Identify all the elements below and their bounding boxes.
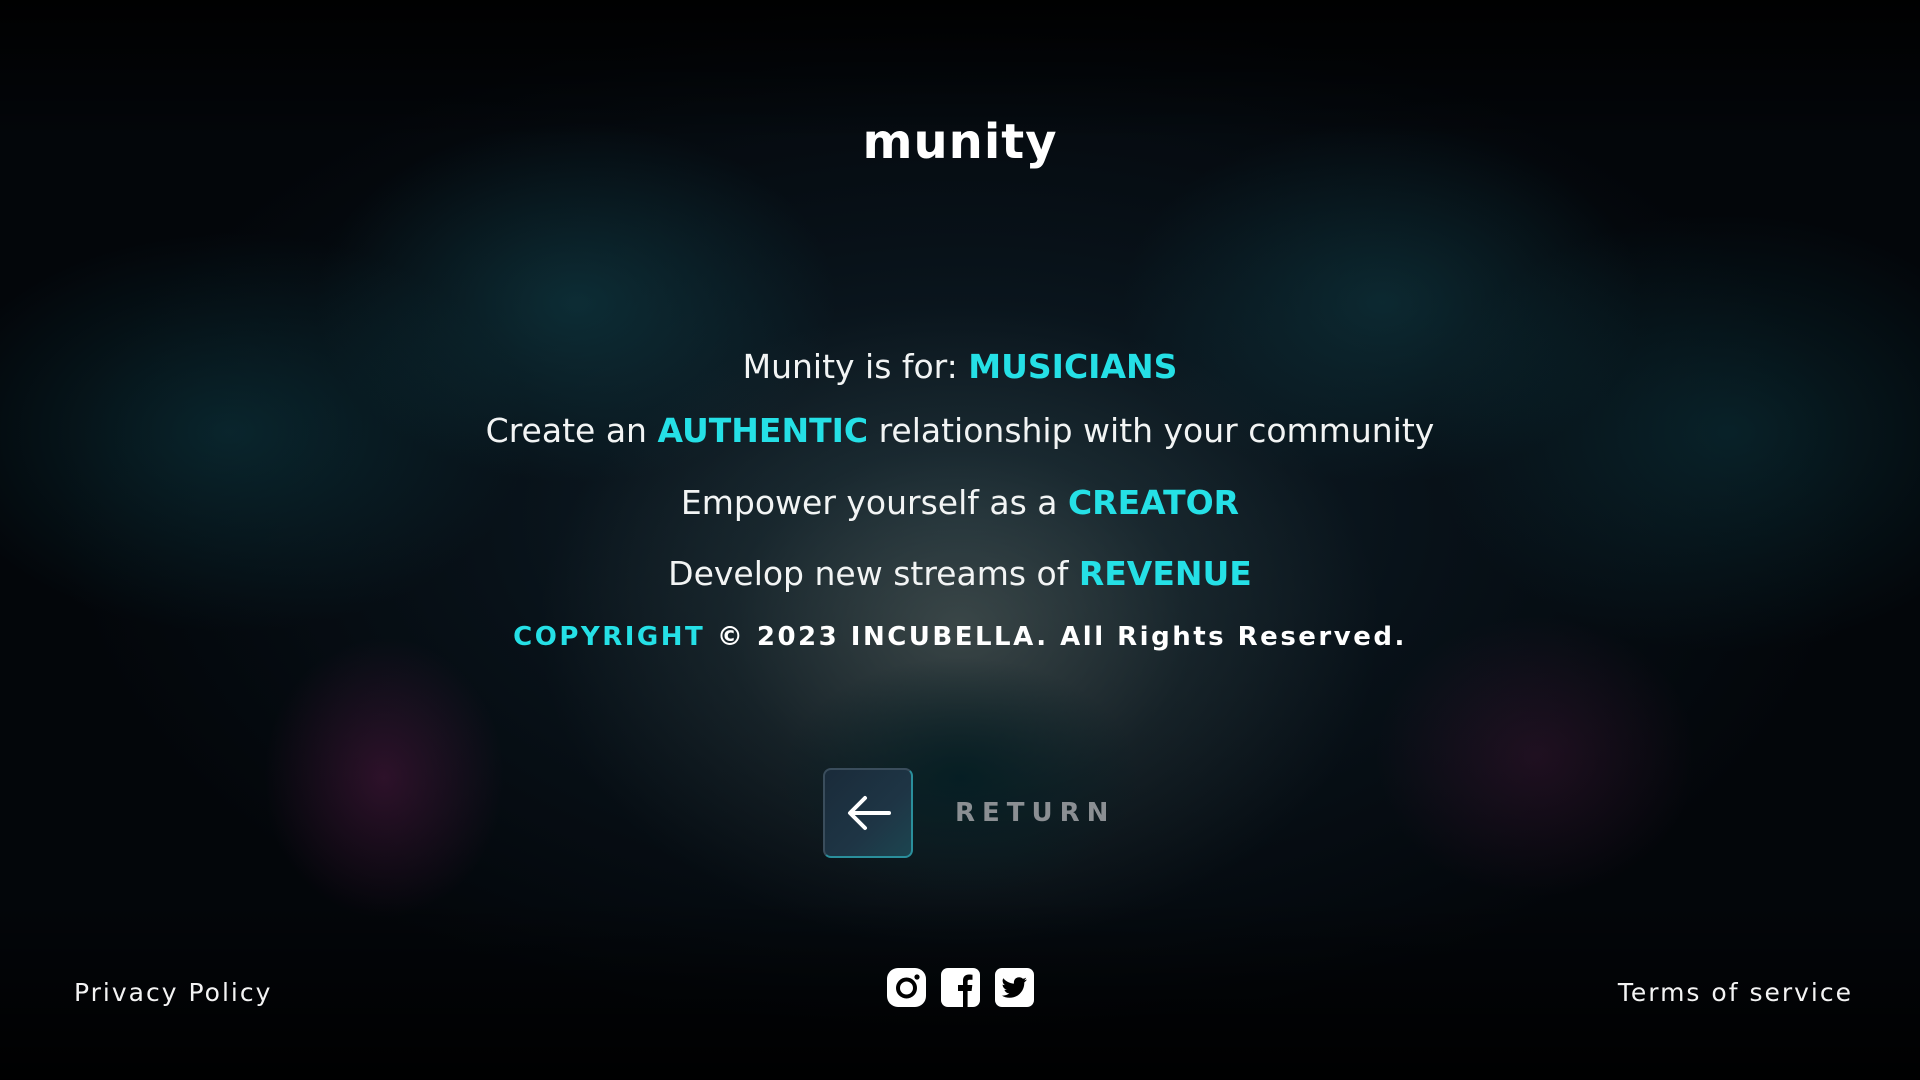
copyright-text: © 2023 INCUBELLA. All Rights Reserved. — [705, 622, 1407, 652]
tagline-text: Develop new streams of — [668, 554, 1079, 593]
tagline-text: Munity is for: — [742, 347, 969, 386]
munity-logo: munity — [862, 114, 1058, 170]
facebook-icon[interactable] — [940, 967, 981, 1008]
tagline-audience: Munity is for: MUSICIANS — [0, 347, 1920, 387]
arrow-left-icon — [848, 796, 891, 830]
tagline-creator: Empower yourself as a CREATOR — [0, 483, 1920, 523]
page: munity Munity is for: MUSICIANS Create a… — [0, 0, 1920, 1080]
copyright-label: COPYRIGHT — [513, 622, 706, 652]
copyright-notice: COPYRIGHT © 2023 INCUBELLA. All Rights R… — [0, 622, 1920, 652]
return-label[interactable]: RETURN — [955, 798, 1115, 828]
tagline-revenue: Develop new streams of REVENUE — [0, 554, 1920, 594]
tagline-accent: MUSICIANS — [968, 347, 1178, 386]
tagline-authentic: Create an AUTHENTIC relationship with yo… — [0, 411, 1920, 451]
tagline-text: relationship with your community — [868, 411, 1435, 450]
instagram-icon[interactable] — [886, 967, 927, 1008]
terms-of-service-link[interactable]: Terms of service — [1618, 978, 1853, 1007]
social-links — [886, 967, 1036, 1007]
tagline-accent: REVENUE — [1078, 554, 1252, 593]
tagline-accent: AUTHENTIC — [657, 411, 869, 450]
return-button[interactable] — [823, 768, 913, 858]
tagline-text: Empower yourself as a — [680, 483, 1068, 522]
twitter-icon[interactable] — [994, 967, 1035, 1008]
tagline-text: Create an — [485, 411, 658, 450]
tagline-accent: CREATOR — [1067, 483, 1240, 522]
privacy-policy-link[interactable]: Privacy Policy — [74, 978, 272, 1007]
